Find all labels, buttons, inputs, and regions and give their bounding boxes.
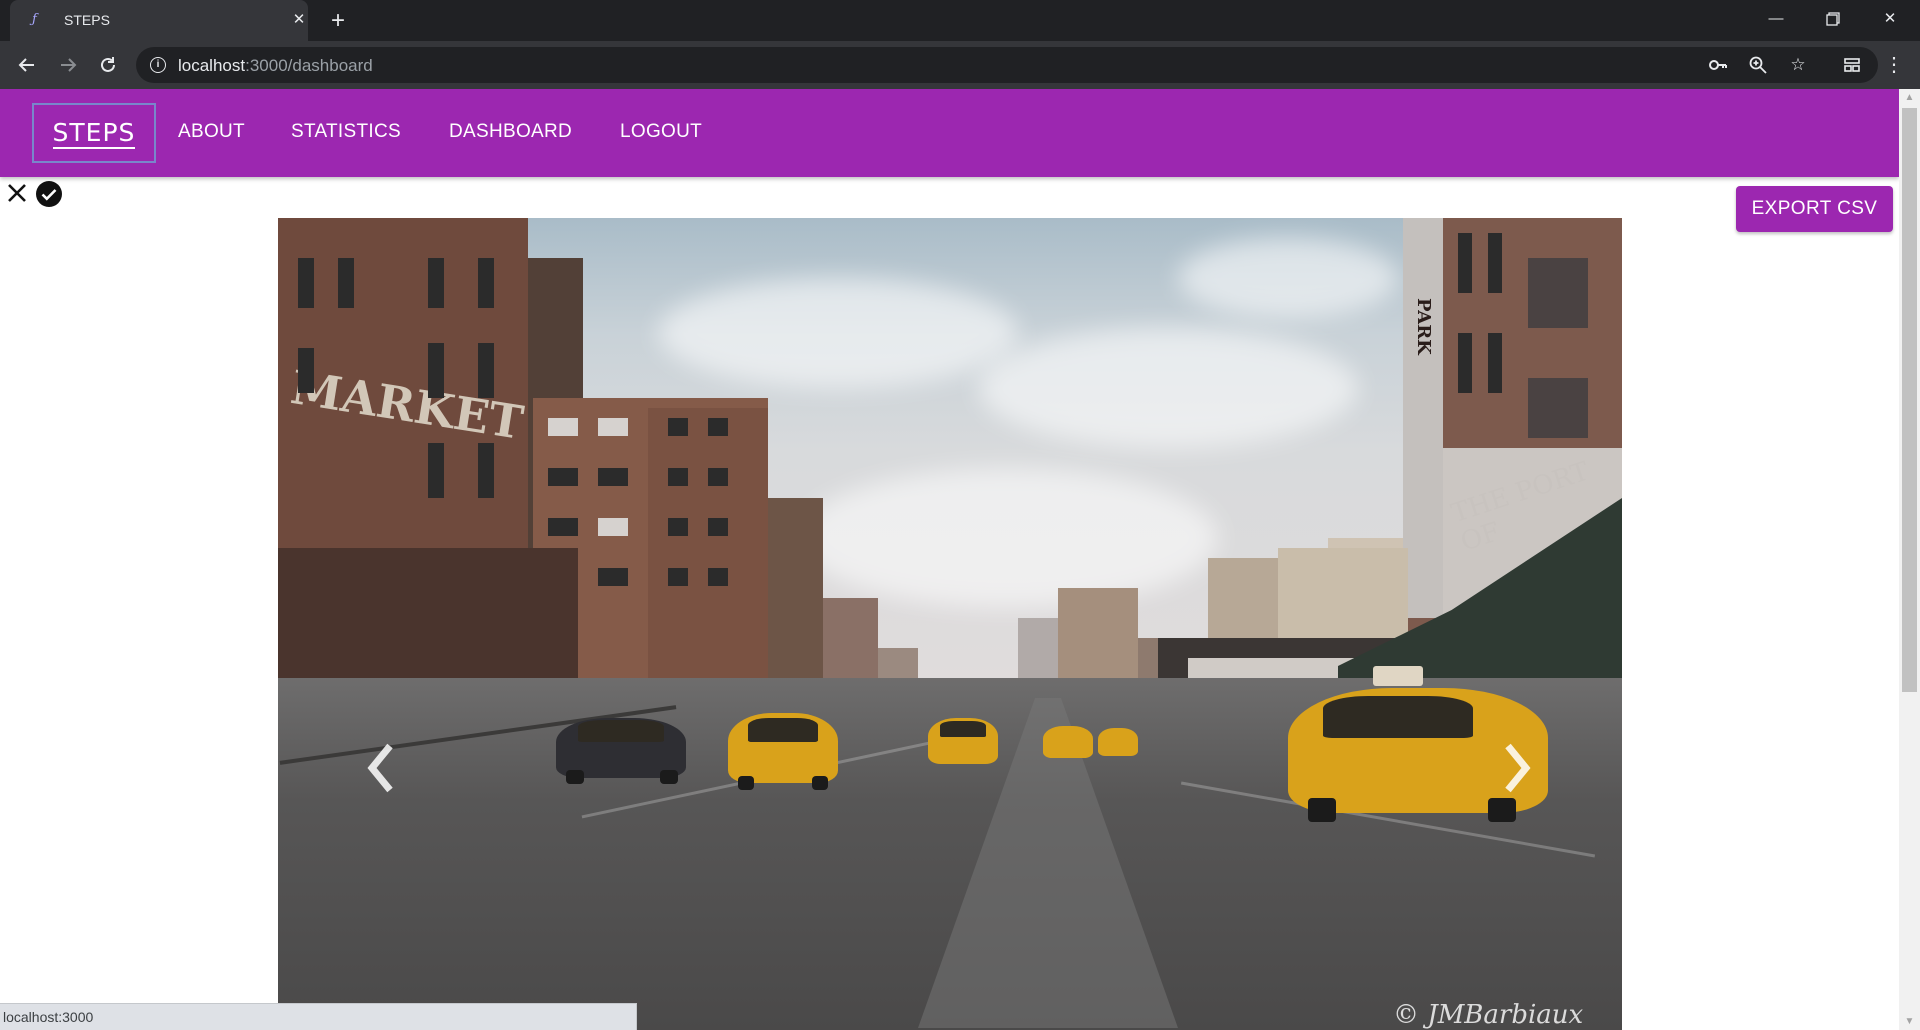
forward-icon[interactable] <box>54 51 82 79</box>
zoom-icon[interactable] <box>1746 53 1770 77</box>
carousel-prev-icon[interactable] <box>362 738 402 798</box>
site-info-icon[interactable]: i <box>150 57 166 73</box>
nav-about[interactable]: ABOUT <box>178 121 245 143</box>
scroll-down-icon[interactable]: ▼ <box>1899 1013 1920 1030</box>
carousel-next-icon[interactable] <box>1496 738 1536 798</box>
tab-title: STEPS <box>64 12 110 28</box>
status-url-bubble: localhost:3000 <box>0 1003 637 1030</box>
check-circle-icon[interactable] <box>35 180 63 208</box>
carousel-image: MARKET THE PORT OF PARK © JMBarbiaux <box>278 218 1622 1030</box>
favicon-icon: ƒ <box>32 12 37 27</box>
image-carousel[interactable]: MARKET THE PORT OF PARK © JMBarbiaux <box>278 218 1622 1030</box>
restore-icon[interactable] <box>1805 0 1861 38</box>
export-csv-button[interactable]: EXPORT CSV <box>1736 186 1893 232</box>
window-close-icon[interactable]: ✕ <box>1862 0 1918 38</box>
minimize-icon[interactable]: — <box>1748 0 1804 38</box>
browser-menu-icon[interactable]: ⋮ <box>1880 51 1908 79</box>
page: STEPS ABOUT STATISTICS DASHBOARD LOGOUT … <box>0 89 1899 1030</box>
tab-close-icon[interactable]: ✕ <box>288 9 310 31</box>
browser-chrome: ƒ STEPS ✕ + — ✕ i localhost:3000/dashboa… <box>0 0 1920 89</box>
extension-icon[interactable] <box>1838 51 1866 79</box>
nav-dashboard[interactable]: DASHBOARD <box>449 121 572 143</box>
reload-icon[interactable] <box>94 51 122 79</box>
browser-toolbar: i localhost:3000/dashboard ☆ ⋮ <box>0 41 1920 89</box>
nav-logout[interactable]: LOGOUT <box>620 121 702 143</box>
browser-tab[interactable]: ƒ STEPS ✕ <box>10 0 308 41</box>
back-icon[interactable] <box>13 51 41 79</box>
nav-statistics[interactable]: STATISTICS <box>291 121 401 143</box>
tab-strip: ƒ STEPS ✕ + — ✕ <box>0 0 1920 41</box>
scroll-up-icon[interactable]: ▲ <box>1899 89 1920 106</box>
park-sign: PARK <box>1413 298 1434 355</box>
key-icon[interactable] <box>1706 53 1730 77</box>
app-bar: STEPS ABOUT STATISTICS DASHBOARD LOGOUT <box>0 89 1899 177</box>
close-icon[interactable] <box>6 182 28 204</box>
address-bar[interactable]: i localhost:3000/dashboard ☆ <box>136 47 1878 83</box>
page-scrollbar[interactable]: ▲ ▼ <box>1899 89 1920 1030</box>
bookmark-star-icon[interactable]: ☆ <box>1786 53 1810 77</box>
new-tab-icon[interactable]: + <box>325 8 351 34</box>
brand-link[interactable]: STEPS <box>32 103 156 163</box>
url-text: localhost:3000/dashboard <box>178 56 373 75</box>
photo-watermark: © JMBarbiaux <box>1393 1000 1584 1030</box>
scroll-thumb[interactable] <box>1902 108 1917 692</box>
